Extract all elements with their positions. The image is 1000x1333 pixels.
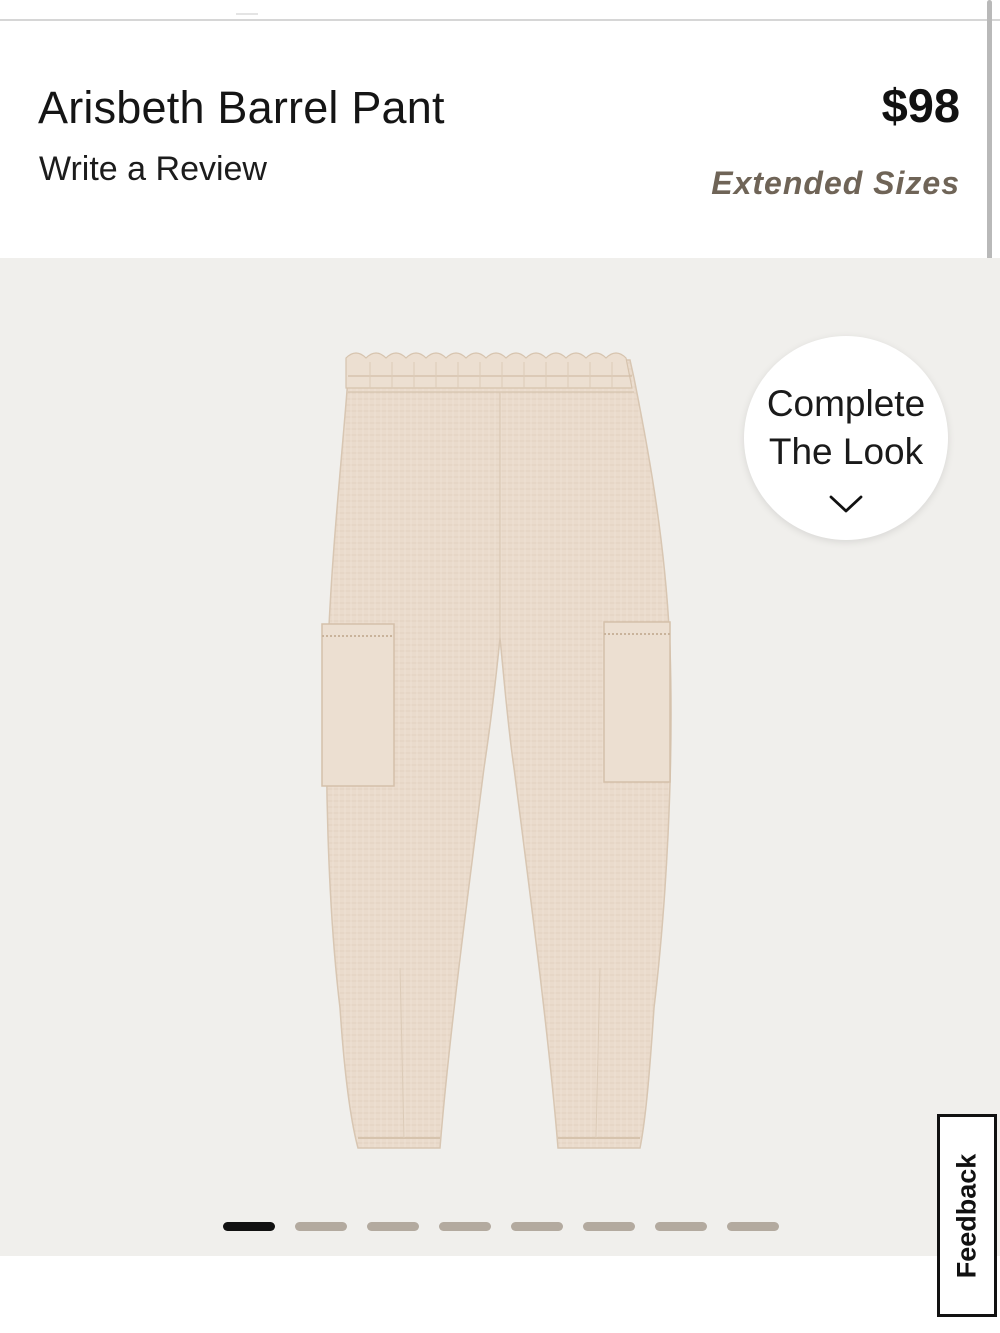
gallery-dot[interactable] [583, 1222, 635, 1231]
product-image-gallery[interactable]: Complete The Look [0, 258, 1000, 1256]
complete-the-look-line1: Complete [766, 383, 926, 424]
product-title: Arisbeth Barrel Pant [38, 82, 445, 133]
extended-sizes-link[interactable]: Extended Sizes [711, 165, 960, 202]
chevron-down-icon [829, 495, 863, 513]
top-divider-mark [236, 13, 258, 15]
write-review-link[interactable]: Write a Review [39, 150, 267, 189]
gallery-dot[interactable] [511, 1222, 563, 1231]
gallery-dot[interactable] [223, 1222, 275, 1231]
gallery-dot[interactable] [727, 1222, 779, 1231]
product-image[interactable] [300, 348, 700, 1158]
product-page: Arisbeth Barrel Pant Write a Review $98 … [0, 0, 1000, 1333]
gallery-pagination [223, 1222, 779, 1232]
gallery-dot[interactable] [655, 1222, 707, 1231]
complete-the-look-button[interactable]: Complete The Look [744, 336, 948, 540]
complete-the-look-line2: The Look [768, 431, 924, 472]
top-divider [0, 19, 1000, 21]
product-header: Arisbeth Barrel Pant Write a Review $98 … [0, 22, 1000, 258]
feedback-button[interactable]: Feedback [937, 1114, 997, 1317]
product-price: $98 [881, 79, 960, 132]
feedback-label: Feedback [951, 1153, 982, 1278]
gallery-dot[interactable] [295, 1222, 347, 1231]
gallery-dot[interactable] [439, 1222, 491, 1231]
pant-illustration [321, 352, 672, 1149]
gallery-dot[interactable] [367, 1222, 419, 1231]
